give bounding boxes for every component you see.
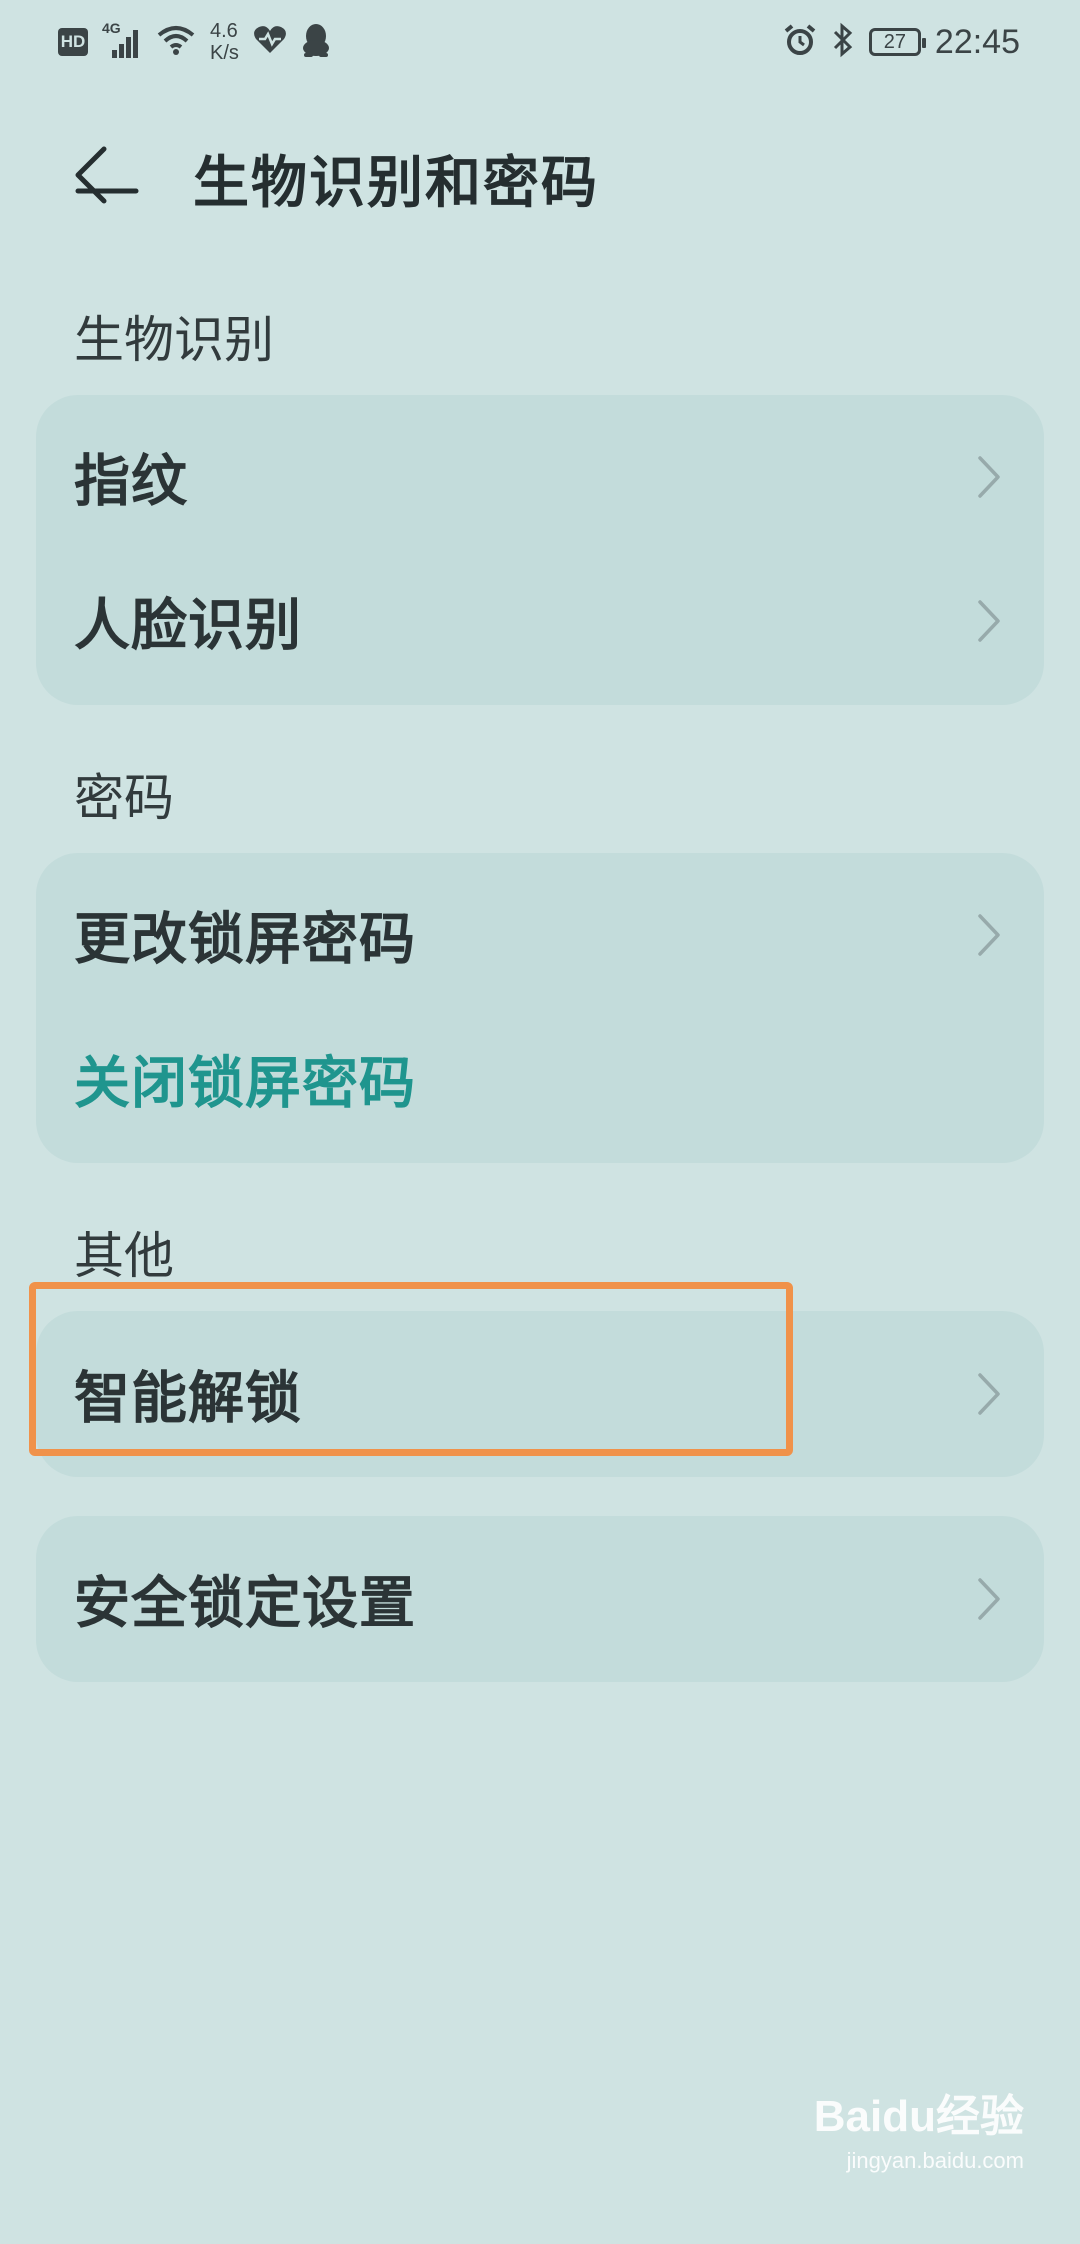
app-header: 生物识别和密码 <box>0 110 1080 230</box>
watermark-brand: Baidu经验 <box>813 2092 1024 2141</box>
net-speed: 4.6 K/s <box>210 20 239 64</box>
section-label-password: 密码 <box>74 769 174 827</box>
heart-rate-icon <box>253 25 287 59</box>
chevron-right-icon <box>978 1373 1000 1415</box>
chevron-right-icon <box>978 914 1000 956</box>
card-security-lock: 安全锁定设置 <box>36 1516 1044 1682</box>
back-arrow-icon <box>75 146 139 204</box>
settings-item-label: 更改锁屏密码 <box>74 907 416 973</box>
watermark-url: jingyan.baidu.com <box>846 2148 1024 2173</box>
network-type-label: 4G <box>102 20 121 36</box>
battery-icon: 27 <box>868 28 926 56</box>
baidu-jingyan-watermark: Baidu经验 jingyan.baidu.com <box>814 2080 1024 2174</box>
status-bar-right: 27 22:45 <box>783 18 1020 66</box>
page-title: 生物识别和密码 <box>193 151 599 216</box>
card-biometrics: 指纹 人脸识别 <box>36 395 1044 705</box>
battery-level: 27 <box>883 30 907 53</box>
settings-item-change-lock-password[interactable]: 更改锁屏密码 <box>36 863 1044 1007</box>
status-time: 22:45 <box>934 22 1020 61</box>
net-speed-value: 4.6 <box>210 20 238 42</box>
card-password: 更改锁屏密码 关闭锁屏密码 <box>36 853 1044 1163</box>
status-bar-left: HD 4G 4.6 K/s <box>58 18 331 66</box>
status-bar: HD 4G 4.6 K/s 27 22:45 <box>0 0 1080 84</box>
annotation-highlight-box <box>29 1282 793 1456</box>
back-button[interactable] <box>70 135 150 215</box>
wifi-icon <box>156 23 196 61</box>
chevron-right-icon <box>978 600 1000 642</box>
settings-item-security-lock-settings[interactable]: 安全锁定设置 <box>36 1527 1044 1671</box>
net-speed-unit: K/s <box>210 42 239 64</box>
settings-item-label: 人脸识别 <box>74 593 302 659</box>
hd-icon: HD <box>58 28 88 56</box>
bluetooth-icon <box>831 22 855 62</box>
chevron-right-icon <box>978 1578 1000 1620</box>
qq-penguin-icon <box>301 22 331 62</box>
signal-icon: 4G <box>102 20 142 60</box>
settings-item-face-recognition[interactable]: 人脸识别 <box>36 549 1044 693</box>
settings-item-label: 指纹 <box>74 449 188 515</box>
settings-item-disable-lock-password[interactable]: 关闭锁屏密码 <box>36 1007 1044 1151</box>
chevron-right-icon <box>978 456 1000 498</box>
settings-item-label: 关闭锁屏密码 <box>74 1051 416 1117</box>
settings-item-label: 安全锁定设置 <box>74 1571 416 1637</box>
alarm-icon <box>783 23 817 61</box>
section-label-biometrics: 生物识别 <box>74 311 274 369</box>
settings-item-fingerprint[interactable]: 指纹 <box>36 405 1044 549</box>
section-label-other: 其他 <box>74 1227 174 1285</box>
